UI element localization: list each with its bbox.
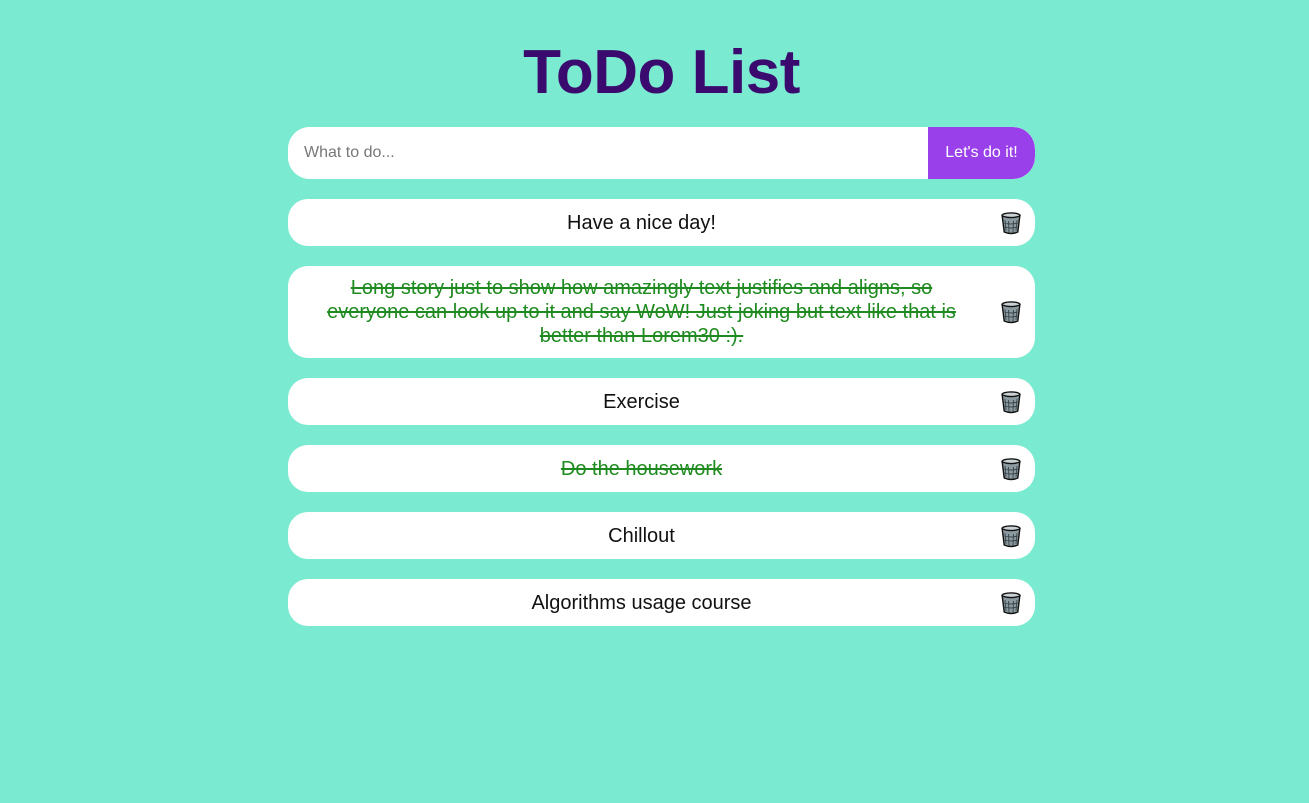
todo-item[interactable]: Do the housework [288,445,1035,492]
trash-icon[interactable] [999,524,1023,548]
todo-text: Have a nice day! [567,211,716,234]
todo-item[interactable]: Exercise [288,378,1035,425]
new-todo-form: Let's do it! [288,127,1035,179]
page-title: ToDo List [523,38,800,107]
add-todo-button[interactable]: Let's do it! [928,127,1035,179]
trash-icon[interactable] [999,300,1023,324]
todo-item[interactable]: Have a nice day! [288,199,1035,246]
trash-icon[interactable] [999,211,1023,235]
todo-item[interactable]: Algorithms usage course [288,579,1035,626]
todo-item[interactable]: Long story just to show how amazingly te… [288,266,1035,358]
todo-list: Have a nice day! Long story just to show… [288,199,1035,646]
trash-icon[interactable] [999,457,1023,481]
todo-text: Exercise [603,390,680,413]
todo-text: Chillout [608,524,675,547]
trash-icon[interactable] [999,591,1023,615]
trash-icon[interactable] [999,390,1023,414]
todo-input[interactable] [288,127,928,179]
todo-text: Long story just to show how amazingly te… [327,277,956,347]
todo-text: Do the housework [560,457,723,480]
todo-text: Algorithms usage course [531,591,752,614]
todo-item[interactable]: Chillout [288,512,1035,559]
